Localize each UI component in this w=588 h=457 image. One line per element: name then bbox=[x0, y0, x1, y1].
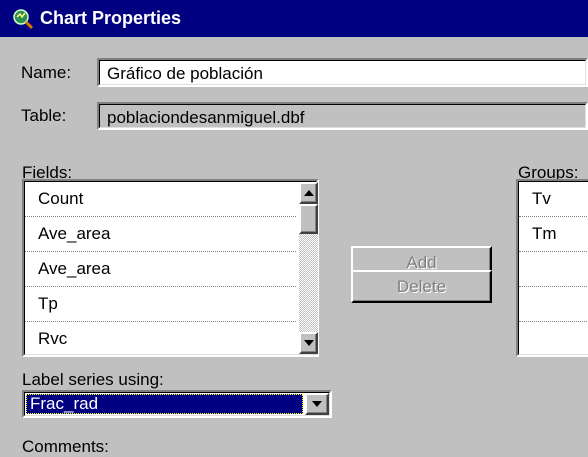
groups-listbox[interactable]: Tv Tm bbox=[516, 179, 588, 357]
list-item[interactable] bbox=[519, 322, 588, 357]
list-item[interactable]: Tp bbox=[25, 287, 296, 322]
list-item[interactable] bbox=[519, 252, 588, 287]
label-series-combo[interactable]: Frac_rad bbox=[22, 390, 332, 418]
chevron-down-icon bbox=[312, 401, 322, 407]
fields-listbox[interactable]: Count Ave_area Ave_area Tp Rvc bbox=[22, 179, 319, 357]
arrow-down-icon bbox=[303, 340, 314, 346]
combo-selected-value: Frac_rad bbox=[30, 394, 99, 413]
list-item[interactable]: Tm bbox=[519, 217, 588, 252]
name-label: Name: bbox=[21, 63, 72, 82]
window-title: Chart Properties bbox=[40, 8, 182, 28]
delete-button-label: Delete bbox=[396, 276, 447, 296]
comments-label: Comments: bbox=[22, 437, 109, 456]
delete-button[interactable]: Delete bbox=[351, 270, 492, 303]
list-item[interactable]: Ave_area bbox=[25, 217, 296, 252]
scroll-down-button[interactable] bbox=[299, 332, 318, 354]
list-item[interactable]: Rvc bbox=[25, 322, 296, 357]
list-item[interactable]: Ave_area bbox=[25, 252, 296, 287]
combo-selected-highlight: Frac_rad bbox=[26, 394, 303, 414]
scroll-thumb[interactable] bbox=[299, 204, 318, 234]
arrow-up-icon bbox=[303, 190, 314, 196]
label-series-label: Label series using: bbox=[22, 370, 164, 389]
fields-scrollbar[interactable] bbox=[299, 182, 318, 354]
name-field[interactable]: Gráfico de población bbox=[97, 58, 588, 87]
table-field: poblaciondesanmiguel.dbf bbox=[97, 102, 588, 130]
combo-dropdown-button[interactable] bbox=[305, 393, 329, 415]
list-item[interactable]: Count bbox=[25, 182, 296, 217]
chart-magnifier-icon bbox=[12, 8, 34, 30]
table-label: Table: bbox=[21, 106, 67, 125]
scroll-up-button[interactable] bbox=[299, 182, 318, 204]
table-field-value: poblaciondesanmiguel.dbf bbox=[107, 108, 305, 127]
name-field-value: Gráfico de población bbox=[107, 64, 263, 83]
list-item[interactable]: Tv bbox=[519, 182, 588, 217]
list-item[interactable] bbox=[519, 287, 588, 322]
